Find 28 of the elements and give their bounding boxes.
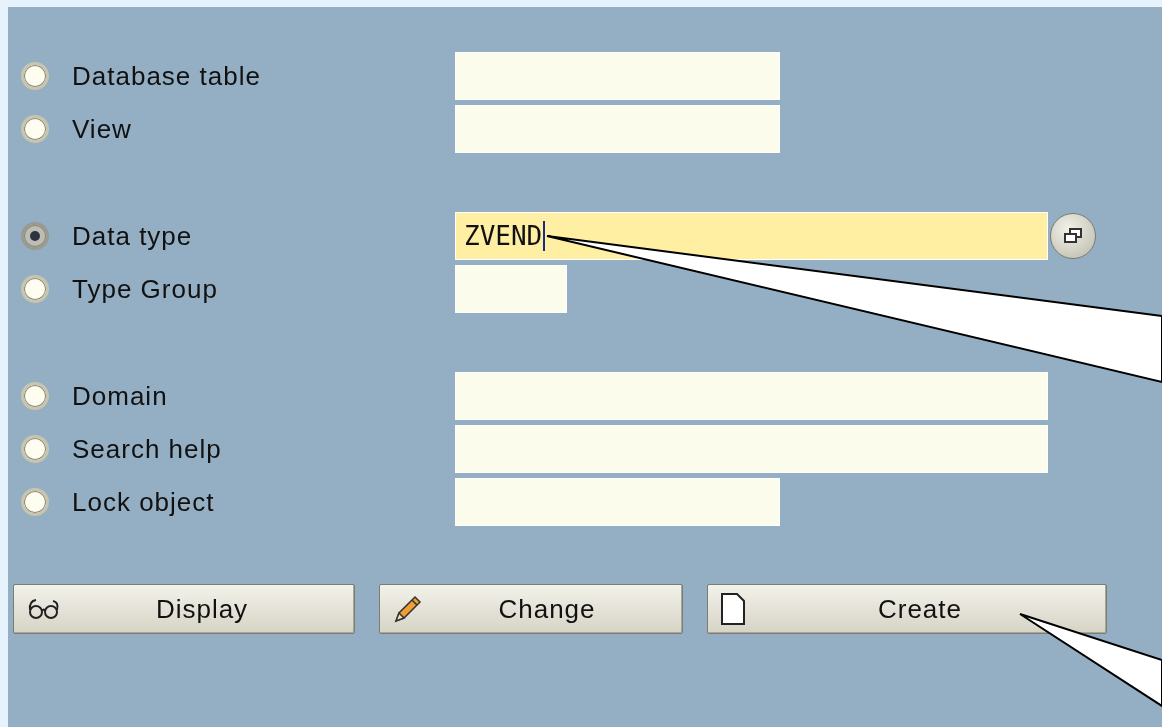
field-label: Type Group <box>72 273 218 305</box>
radio-button[interactable] <box>21 488 49 516</box>
radio-button[interactable] <box>21 435 49 463</box>
field-label: Database table <box>72 60 261 92</box>
radio-button[interactable] <box>21 382 49 410</box>
input-field[interactable] <box>455 52 780 100</box>
input-field[interactable] <box>455 478 780 526</box>
display-button[interactable]: Display <box>13 584 355 634</box>
value-help-button[interactable] <box>1050 213 1096 259</box>
document-icon <box>720 592 746 626</box>
input-field[interactable] <box>455 105 780 153</box>
field-label: View <box>72 113 132 145</box>
input-field[interactable] <box>455 265 567 313</box>
input-field[interactable] <box>455 425 1048 473</box>
input-field[interactable]: ZVEND <box>455 212 1048 260</box>
change-button[interactable]: Change <box>379 584 683 634</box>
radio-button[interactable] <box>21 275 49 303</box>
field-label: Data type <box>72 220 193 252</box>
field-label: Lock object <box>72 486 215 518</box>
field-label: Search help <box>72 433 222 465</box>
windows-icon <box>1062 227 1084 245</box>
radio-button[interactable] <box>21 62 49 90</box>
radio-button[interactable] <box>21 115 49 143</box>
radio-button[interactable] <box>21 222 49 250</box>
field-label: Domain <box>72 380 168 412</box>
create-button[interactable]: Create <box>707 584 1107 634</box>
input-field[interactable] <box>455 372 1048 420</box>
pencil-icon <box>392 593 424 625</box>
